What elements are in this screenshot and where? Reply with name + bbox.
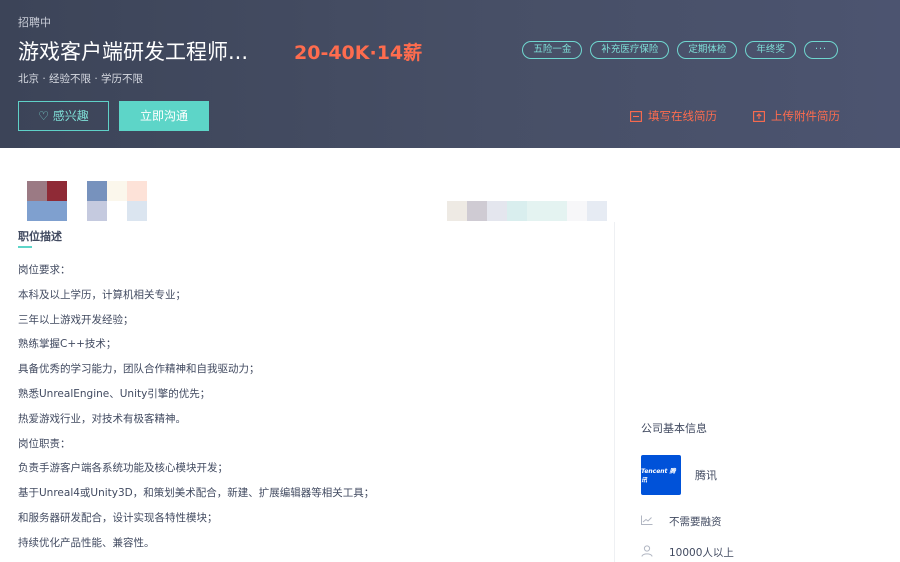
job-description: 岗位要求： 本科及以上学历，计算机相关专业； 三年以上游戏开发经验； 熟练掌握C…	[18, 262, 578, 560]
mosaic-block	[587, 201, 607, 221]
upload-attachment-resume-link[interactable]: 上传附件简历	[753, 108, 840, 124]
company-size: 10000人以上	[669, 547, 734, 559]
description-line: 岗位职责：	[18, 437, 71, 450]
upload-resume-label: 上传附件简历	[771, 109, 840, 123]
description-line: 热爱游戏行业，对技术有极客精神。	[18, 412, 186, 425]
mosaic-block	[567, 201, 587, 221]
column-divider	[614, 222, 615, 562]
benefit-tag: 年终奖	[745, 41, 796, 59]
company-size-row: 10000人以上	[641, 545, 734, 560]
mosaic-block	[27, 201, 67, 221]
mosaic-block	[127, 201, 147, 221]
description-line: 具备优秀的学习能力，团队合作精神和自我驱动力；	[18, 363, 260, 376]
edit-resume-icon	[630, 110, 642, 122]
mosaic-block	[447, 201, 467, 221]
job-meta: 北京 · 经验不限 · 学历不限	[18, 73, 144, 85]
company-logo[interactable]: Tencent 腾讯	[641, 455, 681, 495]
mosaic-block	[47, 181, 67, 201]
more-tags-button[interactable]: ···	[803, 41, 838, 59]
description-line: 熟练掌握C++技术；	[18, 338, 117, 351]
fill-resume-label: 填写在线简历	[648, 109, 717, 123]
heart-icon: ♡	[38, 109, 49, 123]
description-line: 持续优化产品性能、兼容性。	[18, 536, 155, 549]
chart-icon	[641, 515, 653, 528]
mosaic-block	[127, 181, 147, 201]
description-line: 负责手游客户端各系统功能及核心模块开发；	[18, 462, 228, 475]
people-icon	[641, 545, 653, 560]
description-line: 基于Unreal4或Unity3D，和策划美术配合，新建、扩展编辑器等相关工具；	[18, 487, 375, 500]
benefit-tag: 五险一金	[522, 41, 583, 59]
job-salary: 20-40K·14薪	[294, 42, 423, 64]
company-logo-text: Tencent 腾讯	[641, 468, 676, 484]
mosaic-block	[87, 201, 107, 221]
mosaic-block	[487, 201, 507, 221]
job-status: 招聘中	[18, 16, 51, 29]
mosaic-block	[27, 181, 47, 201]
company-finance: 不需要融资	[669, 516, 722, 528]
description-line: 岗位要求：	[18, 264, 71, 276]
company-info-title: 公司基本信息	[641, 422, 707, 435]
company-finance-row: 不需要融资	[641, 514, 722, 529]
mosaic-block	[507, 201, 527, 221]
description-line: 本科及以上学历，计算机相关专业；	[18, 288, 186, 301]
section-underline	[18, 246, 32, 248]
description-line: 熟悉UnrealEngine、Unity引擎的优先；	[18, 387, 211, 400]
mosaic-block	[527, 201, 567, 221]
benefit-tag: 定期体检	[677, 41, 738, 59]
company-name[interactable]: 腾讯	[695, 467, 717, 483]
interest-button[interactable]: ♡ 感兴趣	[18, 101, 109, 131]
mosaic-block	[107, 181, 127, 201]
description-line: 和服务器研发配合，设计实现各特性模块；	[18, 511, 218, 524]
mosaic-block	[467, 201, 487, 221]
upload-icon	[753, 110, 765, 122]
chat-now-button[interactable]: 立即沟通	[119, 101, 209, 131]
interest-label: 感兴趣	[52, 109, 89, 123]
mosaic-block	[87, 181, 107, 201]
job-description-title: 职位描述	[18, 230, 62, 243]
description-line: 三年以上游戏开发经验；	[18, 313, 134, 326]
job-title: 游戏客户端研发工程师...	[18, 40, 249, 64]
benefit-tag: 补充医疗保险	[590, 41, 670, 59]
benefit-tags: 五险一金 补充医疗保险 定期体检 年终奖 ···	[522, 41, 838, 59]
fill-online-resume-link[interactable]: 填写在线简历	[630, 108, 717, 124]
